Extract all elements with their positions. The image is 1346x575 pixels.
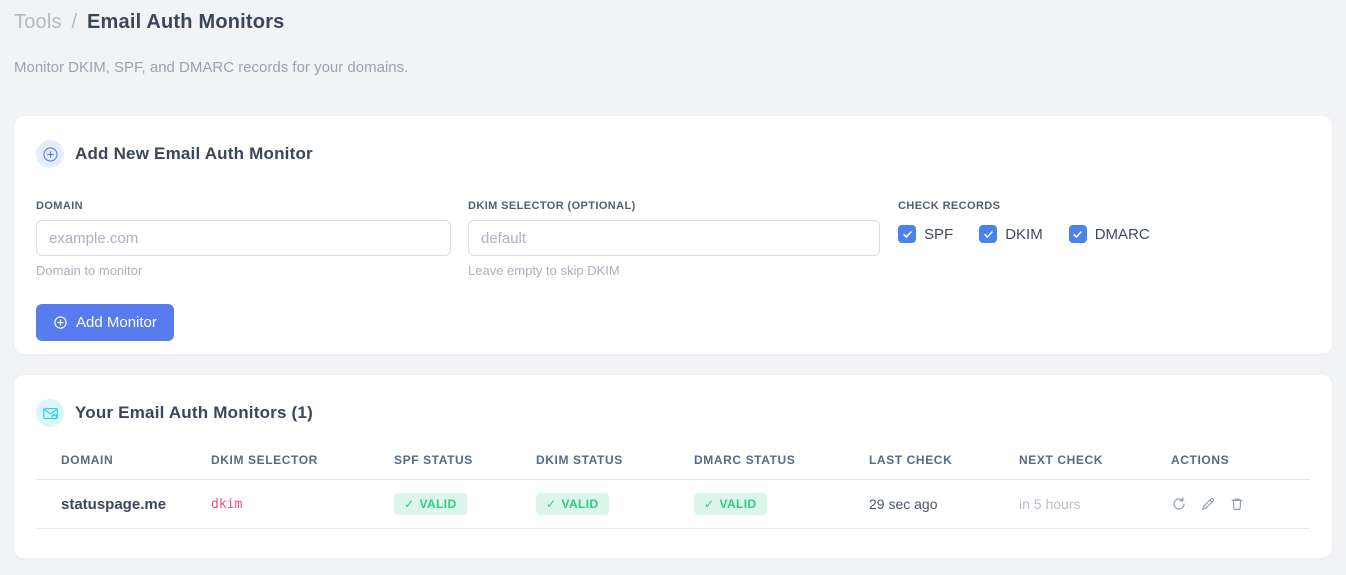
add-monitor-card: Add New Email Auth Monitor DOMAIN Domain… [14,116,1332,354]
dkim-selector-input[interactable] [468,220,880,256]
add-monitor-button[interactable]: Add Monitor [36,304,174,341]
add-monitor-form: DOMAIN Domain to monitor DKIM SELECTOR (… [36,200,1310,278]
column-header-actions: ACTIONS [1171,445,1310,480]
delete-icon[interactable] [1229,496,1245,512]
check-icon: ✓ [704,497,715,511]
dmarc-checkbox[interactable]: DMARC [1068,225,1150,243]
breadcrumb: Tools / Email Auth Monitors [14,0,1332,34]
monitor-next-check: in 5 hours [1019,479,1171,529]
domain-field-group: DOMAIN Domain to monitor [36,200,451,278]
edit-icon[interactable] [1200,496,1216,512]
monitor-last-check: 29 sec ago [869,479,1019,529]
refresh-icon[interactable] [1171,496,1187,512]
dkim-checkbox[interactable]: DKIM [979,225,1043,243]
monitor-domain: statuspage.me [36,479,211,529]
table-row: statuspage.me dkim ✓ VALID ✓ VALID ✓ VAL… [36,479,1310,529]
domain-input[interactable] [36,220,451,256]
dmarc-checkbox-box-checked-icon [1068,225,1087,243]
column-header-spf-status: SPF STATUS [394,445,536,480]
envelope-check-icon [36,399,64,427]
domain-field-label: DOMAIN [36,200,84,212]
email-auth-monitors-page: Tools / Email Auth Monitors Monitor DKIM… [0,0,1346,558]
table-header-row: DOMAIN DKIM SELECTOR SPF STATUS DKIM STA… [36,445,1310,480]
dkim-selector-field-group: DKIM SELECTOR (OPTIONAL) Leave empty to … [468,200,880,278]
dkim-status-text: VALID [561,497,599,511]
plus-circle-icon [53,315,68,330]
monitors-card-header: Your Email Auth Monitors (1) [36,399,1310,427]
plus-circle-icon [36,140,64,168]
page-title: Email Auth Monitors [87,11,285,33]
monitors-table: DOMAIN DKIM SELECTOR SPF STATUS DKIM STA… [36,445,1310,529]
column-header-last-check: LAST CHECK [869,445,1019,480]
monitors-card-title: Your Email Auth Monitors (1) [75,403,313,422]
domain-field-hint: Domain to monitor [36,263,143,278]
column-header-dkim-selector: DKIM SELECTOR [211,445,394,480]
check-records-group: CHECK RECORDS SPF DKIM DMARC [898,200,1176,278]
add-monitor-card-header: Add New Email Auth Monitor [36,140,1310,168]
dkim-status-badge: ✓ VALID [536,493,609,515]
spf-checkbox[interactable]: SPF [898,225,953,243]
spf-checkbox-box-checked-icon [898,225,916,243]
spf-checkbox-label: SPF [924,225,954,243]
check-records-label: CHECK RECORDS [898,200,1001,212]
check-records-options: SPF DKIM DMARC [898,225,1176,243]
column-header-next-check: NEXT CHECK [1019,445,1171,480]
dmarc-status-text: VALID [719,497,757,511]
monitor-dkim-selector: dkim [211,479,394,529]
column-header-domain: DOMAIN [36,445,211,480]
add-monitor-button-label: Add Monitor [76,314,157,331]
breadcrumb-tools-link[interactable]: Tools [14,11,62,33]
monitors-card: Your Email Auth Monitors (1) DOMAIN DKIM… [14,375,1332,558]
dmarc-checkbox-label: DMARC [1094,225,1150,243]
dkim-checkbox-box-checked-icon [979,225,998,243]
check-icon: ✓ [546,497,557,511]
dkim-selector-field-hint: Leave empty to skip DKIM [468,263,620,278]
add-monitor-card-title: Add New Email Auth Monitor [75,144,313,163]
dmarc-status-badge: ✓ VALID [694,493,767,515]
spf-status-badge: ✓ VALID [394,493,467,515]
page-subtitle: Monitor DKIM, SPF, and DMARC records for… [14,59,409,76]
breadcrumb-separator: / [71,11,78,33]
check-icon: ✓ [404,497,415,511]
monitor-actions [1171,496,1310,512]
dkim-selector-field-label: DKIM SELECTOR (OPTIONAL) [468,200,636,212]
spf-status-text: VALID [419,497,457,511]
dkim-checkbox-label: DKIM [1005,225,1043,243]
column-header-dmarc-status: DMARC STATUS [694,445,869,480]
column-header-dkim-status: DKIM STATUS [536,445,694,480]
